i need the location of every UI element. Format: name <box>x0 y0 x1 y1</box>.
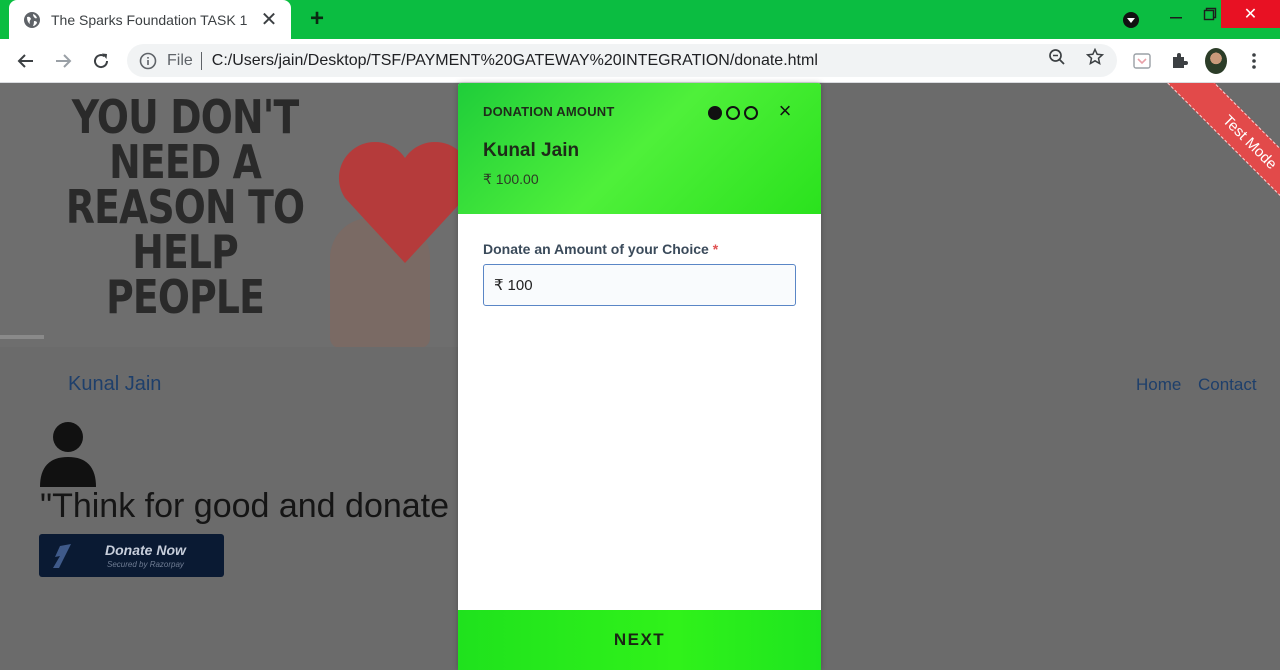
nav-home-link[interactable]: Home <box>1136 375 1181 395</box>
quote-text: "Think for good and donate <box>40 487 450 525</box>
nav-contact-link[interactable]: Contact <box>1198 375 1257 395</box>
tab-title: The Sparks Foundation TASK 1 <box>51 11 248 28</box>
avatar <box>1205 48 1227 74</box>
test-mode-ribbon: Test Mode <box>1130 83 1280 233</box>
hero-text: YOU DON'T NEED A REASON TO HELP PEOPLE <box>65 90 305 324</box>
donate-now-button[interactable]: Donate Now Secured by Razorpay <box>39 534 224 577</box>
new-tab-button[interactable]: + <box>304 7 330 33</box>
bookmark-star-icon[interactable] <box>1085 47 1105 67</box>
browser-tab[interactable]: The Sparks Foundation TASK 1 ✕ <box>9 0 291 39</box>
profile-avatar[interactable] <box>1205 48 1227 74</box>
required-marker: * <box>712 241 719 257</box>
hero-divider <box>0 335 44 339</box>
site-brand-link[interactable]: Kunal Jain <box>68 373 161 396</box>
step-dot-active <box>708 106 722 120</box>
minimize-button[interactable] <box>1162 0 1190 28</box>
checkout-modal: DONATION AMOUNT × Kunal Jain ₹ 100.00 Do… <box>458 83 821 670</box>
user-icon <box>40 422 96 487</box>
razorpay-logo-icon <box>53 544 71 568</box>
close-window-button[interactable]: ✕ <box>1221 0 1280 28</box>
amount-display: ₹ 100.00 <box>483 171 539 187</box>
reload-button[interactable] <box>87 47 115 75</box>
next-button[interactable]: NEXT <box>458 610 821 670</box>
amount-field[interactable]: ₹ <box>483 264 796 306</box>
donate-now-label: Donate Now <box>105 542 186 558</box>
omnibox[interactable]: File C:/Users/jain/Desktop/TSF/PAYMENT%2… <box>127 44 1117 77</box>
modal-close-icon[interactable]: × <box>776 100 794 122</box>
profile-menu-icon[interactable] <box>1120 9 1142 31</box>
amount-input[interactable] <box>507 276 778 294</box>
hero-image: YOU DON'T NEED A REASON TO HELP PEOPLE <box>0 83 500 347</box>
url-text[interactable]: C:/Users/jain/Desktop/TSF/PAYMENT%20GATE… <box>212 52 818 70</box>
zoom-icon[interactable] <box>1047 47 1067 67</box>
info-icon[interactable] <box>139 52 157 70</box>
globe-icon <box>24 11 40 28</box>
step-indicator <box>708 106 758 120</box>
browser-tab-bar: The Sparks Foundation TASK 1 ✕ + ✕ <box>0 0 1280 39</box>
currency-symbol: ₹ <box>494 277 504 294</box>
address-bar-row: File C:/Users/jain/Desktop/TSF/PAYMENT%2… <box>0 39 1280 83</box>
url-separator <box>200 51 202 70</box>
step-dot <box>726 106 740 120</box>
modal-header: DONATION AMOUNT × Kunal Jain ₹ 100.00 <box>458 83 821 214</box>
url-scheme: File <box>167 51 193 69</box>
reload-icon <box>94 53 109 69</box>
tab-close-icon[interactable]: ✕ <box>259 10 279 30</box>
forward-arrow-icon <box>56 54 72 68</box>
back-arrow-icon <box>17 54 33 68</box>
donate-now-subtext: Secured by Razorpay <box>107 560 184 569</box>
forward-button[interactable] <box>49 47 77 75</box>
merchant-name: Kunal Jain <box>483 140 580 161</box>
browser-menu-icon[interactable] <box>1243 50 1265 72</box>
extensions-puzzle-icon[interactable] <box>1168 50 1190 72</box>
amount-field-label: Donate an Amount of your Choice * <box>483 241 718 257</box>
amount-label-text: Donate an Amount of your Choice <box>483 241 709 257</box>
restore-button[interactable] <box>1196 0 1224 28</box>
modal-title: DONATION AMOUNT <box>483 104 615 119</box>
test-mode-label: Test Mode <box>1167 83 1280 225</box>
step-dot <box>744 106 758 120</box>
back-button[interactable] <box>12 47 40 75</box>
pocket-extension-icon[interactable] <box>1131 50 1153 72</box>
